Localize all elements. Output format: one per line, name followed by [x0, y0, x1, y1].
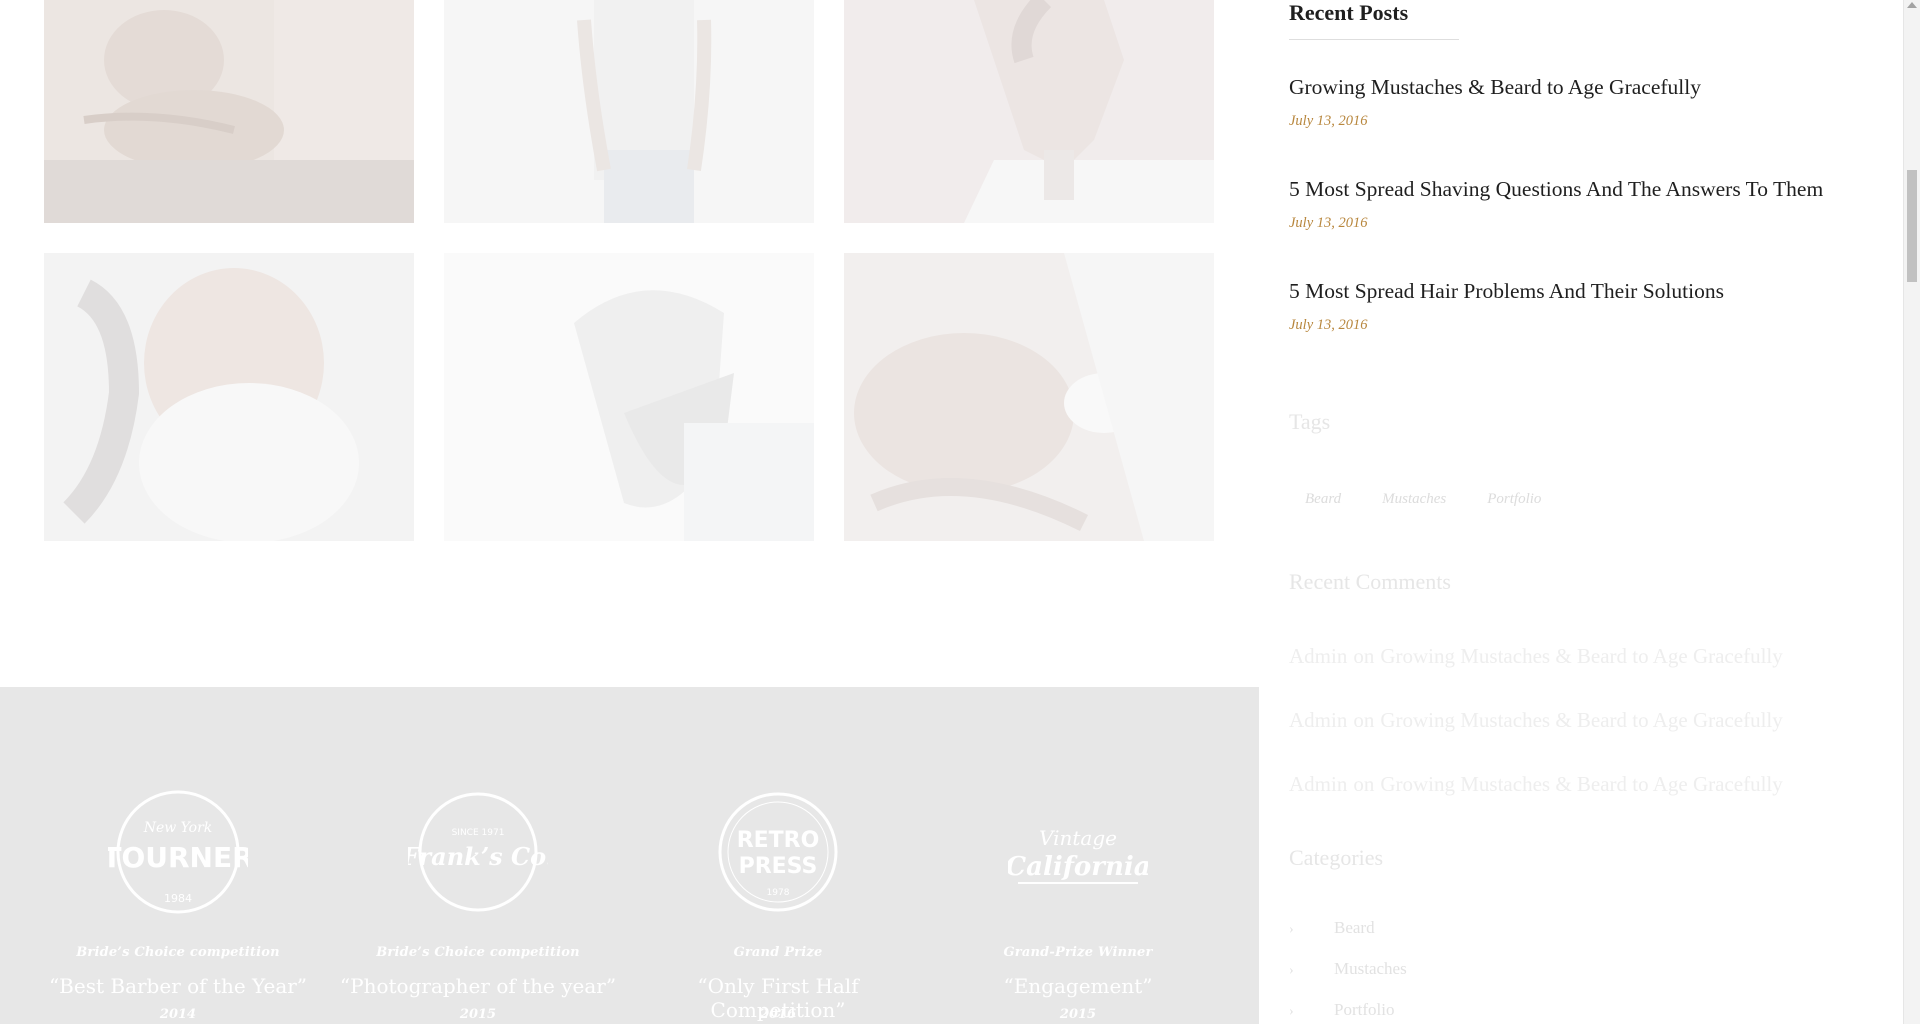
- category-item-beard[interactable]: › Beard: [1289, 918, 1375, 938]
- scrollbar-thumb[interactable]: [1907, 170, 1917, 282]
- categories-title: Categories: [1289, 845, 1384, 870]
- franks-co-logo: SINCE 1971 Frank’s Co.: [408, 792, 548, 912]
- comment-post-link[interactable]: Growing Mustaches & Beard to Age Gracefu…: [1380, 708, 1782, 732]
- award-year: 2015: [459, 1007, 497, 1022]
- vintage-california-logo: Vintage California: [1008, 826, 1148, 884]
- recent-post-date: July 13, 2016: [1289, 113, 1368, 129]
- tag-portfolio[interactable]: Portfolio: [1471, 487, 1557, 512]
- award-year: 2015: [1059, 1007, 1097, 1022]
- svg-text:TOURNER: TOURNER: [108, 841, 248, 874]
- award-title: “Best Barber of the Year”: [48, 974, 308, 998]
- category-label[interactable]: Beard: [1334, 918, 1375, 937]
- category-label[interactable]: Portfolio: [1334, 1000, 1394, 1019]
- svg-text:1978: 1978: [767, 888, 790, 898]
- recent-comment-item: Admin on Growing Mustaches & Beard to Age …: [1289, 772, 1783, 797]
- award-caption: Bride’s Choice competition: [376, 945, 580, 960]
- category-item-portfolio[interactable]: › Portfolio: [1289, 1000, 1394, 1020]
- category-label[interactable]: Mustaches: [1334, 959, 1407, 978]
- svg-text:SINCE 1971: SINCE 1971: [452, 828, 505, 838]
- recent-post-date: July 13, 2016: [1289, 317, 1368, 333]
- gallery-image-shaving-foam[interactable]: [844, 253, 1214, 541]
- award-year: 2014: [159, 1007, 197, 1022]
- recent-post-link[interactable]: 5 Most Spread Shaving Questions And The …: [1289, 177, 1823, 202]
- comment-author[interactable]: Admin: [1289, 644, 1347, 668]
- tag-mustaches[interactable]: Mustaches: [1366, 487, 1462, 512]
- tourner-logo: New York TOURNER 1984: [108, 790, 248, 914]
- recent-post-date: July 13, 2016: [1289, 215, 1368, 231]
- title-underline: [1289, 39, 1459, 40]
- gallery-image-senior-white-beard[interactable]: [44, 253, 414, 541]
- comment-on: on: [1353, 644, 1375, 668]
- awards-section: New York TOURNER 1984 Bride’s Choice com…: [0, 687, 1259, 1024]
- recent-post-item: 5 Most Spread Hair Problems And Their So…: [1289, 279, 1724, 334]
- comment-author[interactable]: Admin: [1289, 708, 1347, 732]
- recent-comments-title: Recent Comments: [1289, 569, 1451, 594]
- chevron-right-icon: ›: [1289, 922, 1294, 937]
- page-scrollbar[interactable]: [1903, 0, 1920, 1024]
- comment-post-link[interactable]: Growing Mustaches & Beard to Age Gracefu…: [1380, 644, 1782, 668]
- svg-text:Vintage: Vintage: [1039, 826, 1117, 850]
- gallery-image-barber-shave[interactable]: [44, 0, 414, 223]
- award-title: “Engagement”: [1003, 974, 1153, 998]
- recent-post-link[interactable]: 5 Most Spread Hair Problems And Their So…: [1289, 279, 1724, 304]
- recent-posts-title: Recent Posts: [1289, 0, 1409, 25]
- award-year: 2016: [759, 1007, 797, 1022]
- tag-cloud: Beard Mustaches Portfolio: [1289, 487, 1566, 512]
- award-title: “Photographer of the year”: [339, 974, 617, 998]
- comment-on: on: [1353, 772, 1375, 796]
- tag-beard[interactable]: Beard: [1289, 487, 1357, 512]
- comment-author[interactable]: Admin: [1289, 772, 1347, 796]
- chevron-right-icon: ›: [1289, 1004, 1294, 1019]
- svg-text:PRESS: PRESS: [739, 854, 818, 879]
- comment-on: on: [1353, 708, 1375, 732]
- comment-post-link[interactable]: Growing Mustaches & Beard to Age Gracefu…: [1380, 772, 1782, 796]
- arrow-up-icon[interactable]: [1907, 2, 1917, 8]
- chevron-right-icon: ›: [1289, 963, 1294, 978]
- recent-post-link[interactable]: Growing Mustaches & Beard to Age Gracefu…: [1289, 75, 1701, 100]
- gallery-image-man-tshirt[interactable]: [444, 0, 814, 223]
- svg-text:California: California: [1008, 852, 1148, 882]
- category-item-mustaches[interactable]: › Mustaches: [1289, 959, 1407, 979]
- retro-press-logo: RETRO PRESS 1978: [718, 792, 838, 912]
- svg-text:1984: 1984: [164, 892, 192, 905]
- svg-text:New York: New York: [143, 820, 213, 836]
- recent-post-item: 5 Most Spread Shaving Questions And The …: [1289, 177, 1823, 232]
- award-caption: Grand-Prize Winner: [1003, 945, 1153, 960]
- gallery-image-man-profile[interactable]: [844, 0, 1214, 223]
- gallery-image-barber-styling[interactable]: [444, 253, 814, 541]
- award-caption: Grand Prize: [733, 945, 823, 960]
- tags-title: Tags: [1289, 409, 1331, 434]
- svg-text:RETRO: RETRO: [737, 828, 820, 853]
- recent-comment-item: Admin on Growing Mustaches & Beard to Age …: [1289, 644, 1783, 669]
- recent-post-item: Growing Mustaches & Beard to Age Gracefu…: [1289, 75, 1701, 130]
- svg-text:Frank’s Co.: Frank’s Co.: [408, 842, 548, 871]
- award-caption: Bride’s Choice competition: [76, 945, 280, 960]
- recent-comment-item: Admin on Growing Mustaches & Beard to Age …: [1289, 708, 1783, 733]
